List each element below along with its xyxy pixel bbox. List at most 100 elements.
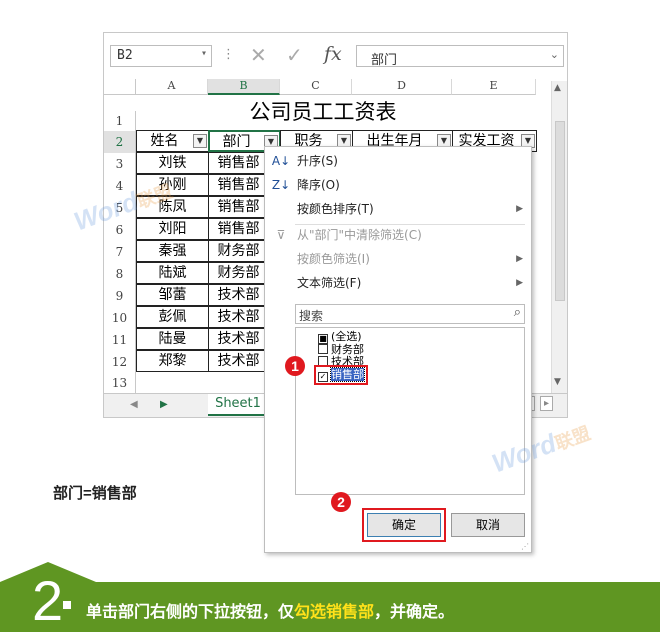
filter-item-label: (全选) <box>331 330 362 343</box>
formula-value: 部门 <box>371 53 398 68</box>
scroll-up-icon[interactable]: ▲ <box>554 83 561 93</box>
menu-clear-filter: ⊽ 从"部门"中清除筛选(C) <box>265 223 531 247</box>
step-dot <box>63 601 71 609</box>
hscroll-right-icon[interactable]: ▸ <box>540 396 554 411</box>
menu-label: 降序(O) <box>297 178 340 192</box>
filter-item-sales[interactable]: ✓ 销售部 <box>314 365 368 385</box>
name-cell[interactable]: 陆曼 <box>136 328 209 350</box>
row-header[interactable]: 7 <box>104 241 136 263</box>
search-placeholder: 搜索 <box>299 309 324 323</box>
menu-sort-by-color[interactable]: 按颜色排序(T) ▶ <box>265 197 531 221</box>
dept-cell[interactable]: 技术部 <box>208 284 268 306</box>
name-cell[interactable]: 刘阳 <box>136 218 209 240</box>
checkbox-unchecked[interactable] <box>318 344 328 354</box>
dept-cell[interactable]: 销售部 <box>208 196 268 218</box>
submenu-arrow-icon: ▶ <box>516 278 523 288</box>
dept-cell[interactable]: 技术部 <box>208 350 268 372</box>
submenu-arrow-icon: ▶ <box>516 254 523 264</box>
formula-bar: B2 ▾ ⋮ ✕ ✓ fx 部门 ⌄ <box>104 33 567 77</box>
dept-cell[interactable]: 财务部 <box>208 262 268 284</box>
sheet-title[interactable]: 公司员工工资表 <box>138 97 508 127</box>
step-banner: 2 单击部门右侧的下拉按钮，仅勾选销售部，并确定。 <box>0 562 660 632</box>
column-header-a[interactable]: A <box>136 79 208 95</box>
dept-cell[interactable]: 技术部 <box>208 306 268 328</box>
dept-cell[interactable]: 财务部 <box>208 240 268 262</box>
cancel-button[interactable]: 取消 <box>451 513 525 537</box>
step-number: 2 <box>32 569 64 632</box>
dept-cell[interactable]: 销售部 <box>208 152 268 174</box>
menu-filter-by-color: 按颜色筛选(I) ▶ <box>265 247 531 271</box>
select-all-corner[interactable] <box>104 79 136 95</box>
column-header-e[interactable]: E <box>452 79 536 95</box>
name-cell[interactable]: 邹蕾 <box>136 284 209 306</box>
row-header[interactable]: 8 <box>104 263 136 285</box>
insert-function-button[interactable]: fx <box>324 43 342 65</box>
instruction-highlight: 勾选销售部 <box>294 604 375 621</box>
row-header[interactable]: 3 <box>104 153 136 175</box>
menu-label: 文本筛选(F) <box>297 276 362 290</box>
row-header[interactable]: 13 <box>104 373 136 393</box>
menu-label: 按颜色筛选(I) <box>297 252 370 266</box>
clear-filter-icon: ⊽ <box>276 228 286 242</box>
dept-cell[interactable]: 销售部 <box>208 174 268 196</box>
scroll-thumb[interactable] <box>555 121 565 301</box>
row-header[interactable]: 9 <box>104 285 136 307</box>
menu-sort-ascending[interactable]: A↓ 升序(S) <box>265 149 531 173</box>
menu-text-filters[interactable]: 文本筛选(F) ▶ <box>265 271 531 295</box>
tutorial-stage: B2 ▾ ⋮ ✕ ✓ fx 部门 ⌄ A B C D E 1 2 3 4 5 6 7… <box>0 0 660 632</box>
search-icon: ⌕ <box>513 305 521 320</box>
resize-grip-icon[interactable]: ⋰ <box>521 542 529 551</box>
column-header-c[interactable]: C <box>280 79 352 95</box>
banner-instruction: 单击部门右侧的下拉按钮，仅勾选销售部，并确定。 <box>86 598 454 622</box>
name-cell[interactable]: 刘铁 <box>136 152 209 174</box>
filter-item-label: 销售部 <box>330 367 365 382</box>
name-cell[interactable]: 秦强 <box>136 240 209 262</box>
tab-next-icon[interactable]: ▶ <box>160 399 168 410</box>
check-icon[interactable]: ✓ <box>286 43 303 67</box>
sort-ascending-icon: A↓ <box>271 154 291 168</box>
checkbox-checked[interactable]: ✓ <box>318 372 328 382</box>
menu-sort-descending[interactable]: Z↓ 降序(O) <box>265 173 531 197</box>
submenu-arrow-icon: ▶ <box>516 204 523 214</box>
header-label: 部门 <box>222 134 251 150</box>
filter-search-input[interactable]: 搜索 ⌕ <box>295 304 525 324</box>
dept-cell[interactable]: 技术部 <box>208 328 268 350</box>
header-label: 姓名 <box>150 133 179 149</box>
formula-input[interactable]: 部门 ⌄ <box>356 45 564 68</box>
vertical-scrollbar[interactable]: ▲ ▼ <box>551 81 567 401</box>
name-box[interactable]: B2 ▾ <box>110 45 212 67</box>
filter-value-list: ■ (全选) 财务部 技术部 ✓ 销售部 <box>295 327 525 495</box>
cancel-icon[interactable]: ✕ <box>250 43 267 67</box>
sheet-tab-sheet1[interactable]: Sheet1 <box>208 394 268 416</box>
chevron-down-icon[interactable]: ▾ <box>201 48 207 59</box>
filter-dropdown-icon[interactable]: ▼ <box>193 134 207 148</box>
scroll-down-icon[interactable]: ▼ <box>554 377 561 387</box>
row-header[interactable]: 12 <box>104 351 136 373</box>
name-box-value: B2 <box>117 48 133 63</box>
name-cell[interactable]: 彭佩 <box>136 306 209 328</box>
more-icon: ⋮ <box>222 47 235 62</box>
name-cell[interactable]: 陆斌 <box>136 262 209 284</box>
dept-cell[interactable]: 销售部 <box>208 218 268 240</box>
filter-item-select-all[interactable]: ■ (全选) <box>318 330 362 344</box>
instruction-part: ，并确定。 <box>374 604 455 621</box>
column-header-d[interactable]: D <box>352 79 452 95</box>
ok-button[interactable]: 确定 <box>362 508 446 542</box>
row-header[interactable]: 2 <box>104 131 136 153</box>
name-cell[interactable]: 郑黎 <box>136 350 209 372</box>
menu-label: 按颜色排序(T) <box>297 202 374 216</box>
row-header[interactable]: 11 <box>104 329 136 351</box>
menu-label: 升序(S) <box>297 154 338 168</box>
header-cell-name[interactable]: 姓名 ▼ <box>136 130 209 152</box>
step-marker-2: 2 <box>331 492 351 512</box>
autofilter-dropdown: A↓ 升序(S) Z↓ 降序(O) 按颜色排序(T) ▶ ⊽ 从"部门"中清除筛选(C)… <box>264 146 532 553</box>
tab-prev-icon[interactable]: ◀ <box>130 399 138 410</box>
sort-descending-icon: Z↓ <box>271 178 291 192</box>
caption-text: 部门=销售部 <box>53 485 137 502</box>
column-header-b[interactable]: B <box>208 79 280 95</box>
menu-label: 从"部门"中清除筛选(C) <box>297 228 422 242</box>
row-header[interactable]: 1 <box>104 111 136 131</box>
chevron-down-icon[interactable]: ⌄ <box>550 48 559 61</box>
row-header[interactable]: 10 <box>104 307 136 329</box>
watermark-text: 联盟 <box>552 423 594 455</box>
